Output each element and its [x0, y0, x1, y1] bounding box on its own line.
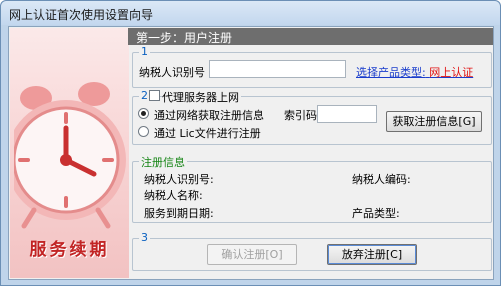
info-taxpayer-code-label: 纳税人编码: [352, 173, 411, 186]
title-bar[interactable]: 网上认证首次使用设置向导 [1, 1, 500, 25]
get-registration-info-button[interactable]: 获取注册信息[G] [386, 111, 482, 132]
radio-lic-label: 通过 Lic文件进行注册 [154, 127, 261, 140]
group-3-actions: 3 [132, 231, 492, 271]
wizard-window: 网上认证首次使用设置向导 服务续期 第一步：用户注册 1 纳税人识别号 选择产品… [0, 0, 501, 286]
registration-info-title: 注册信息 [139, 154, 187, 170]
index-code-input[interactable] [317, 105, 377, 123]
info-taxpayer-name-label: 纳税人名称: [144, 189, 203, 202]
info-product-type-label: 产品类型: [352, 207, 400, 220]
proxy-label: 代理服务器上网 [162, 89, 241, 105]
alarm-clock-icon [10, 80, 129, 230]
step-header: 第一步：用户注册 [128, 28, 493, 45]
info-taxpayer-id-label: 纳税人识别号: [144, 173, 214, 186]
info-service-expiry-label: 服务到期日期: [144, 207, 214, 220]
taxpayer-id-label: 纳税人识别号 [139, 66, 205, 79]
radio-network-label: 通过网络获取注册信息 [154, 109, 264, 122]
art-caption: 服务续期 [29, 240, 110, 260]
group-1-number: 1 [139, 45, 150, 58]
product-type-link-label: 选择产品类型: [356, 66, 426, 79]
window-title: 网上认证首次使用设置向导 [9, 8, 154, 22]
confirm-registration-button[interactable]: 确认注册[O] [207, 244, 297, 265]
product-type-link-value: 网上认证 [429, 66, 474, 79]
group-3-number: 3 [139, 231, 150, 244]
abandon-registration-button[interactable]: 放弃注册[C] [327, 244, 417, 265]
select-product-type-link[interactable]: 选择产品类型: 网上认证 [356, 64, 473, 80]
taxpayer-id-input[interactable] [209, 60, 346, 78]
index-code-label: 索引码 [284, 109, 317, 122]
proxy-checkbox[interactable] [149, 90, 160, 101]
service-renewal-art: 服务续期 [10, 28, 129, 278]
radio-network[interactable] [138, 108, 149, 119]
radio-lic-file[interactable] [138, 126, 149, 137]
